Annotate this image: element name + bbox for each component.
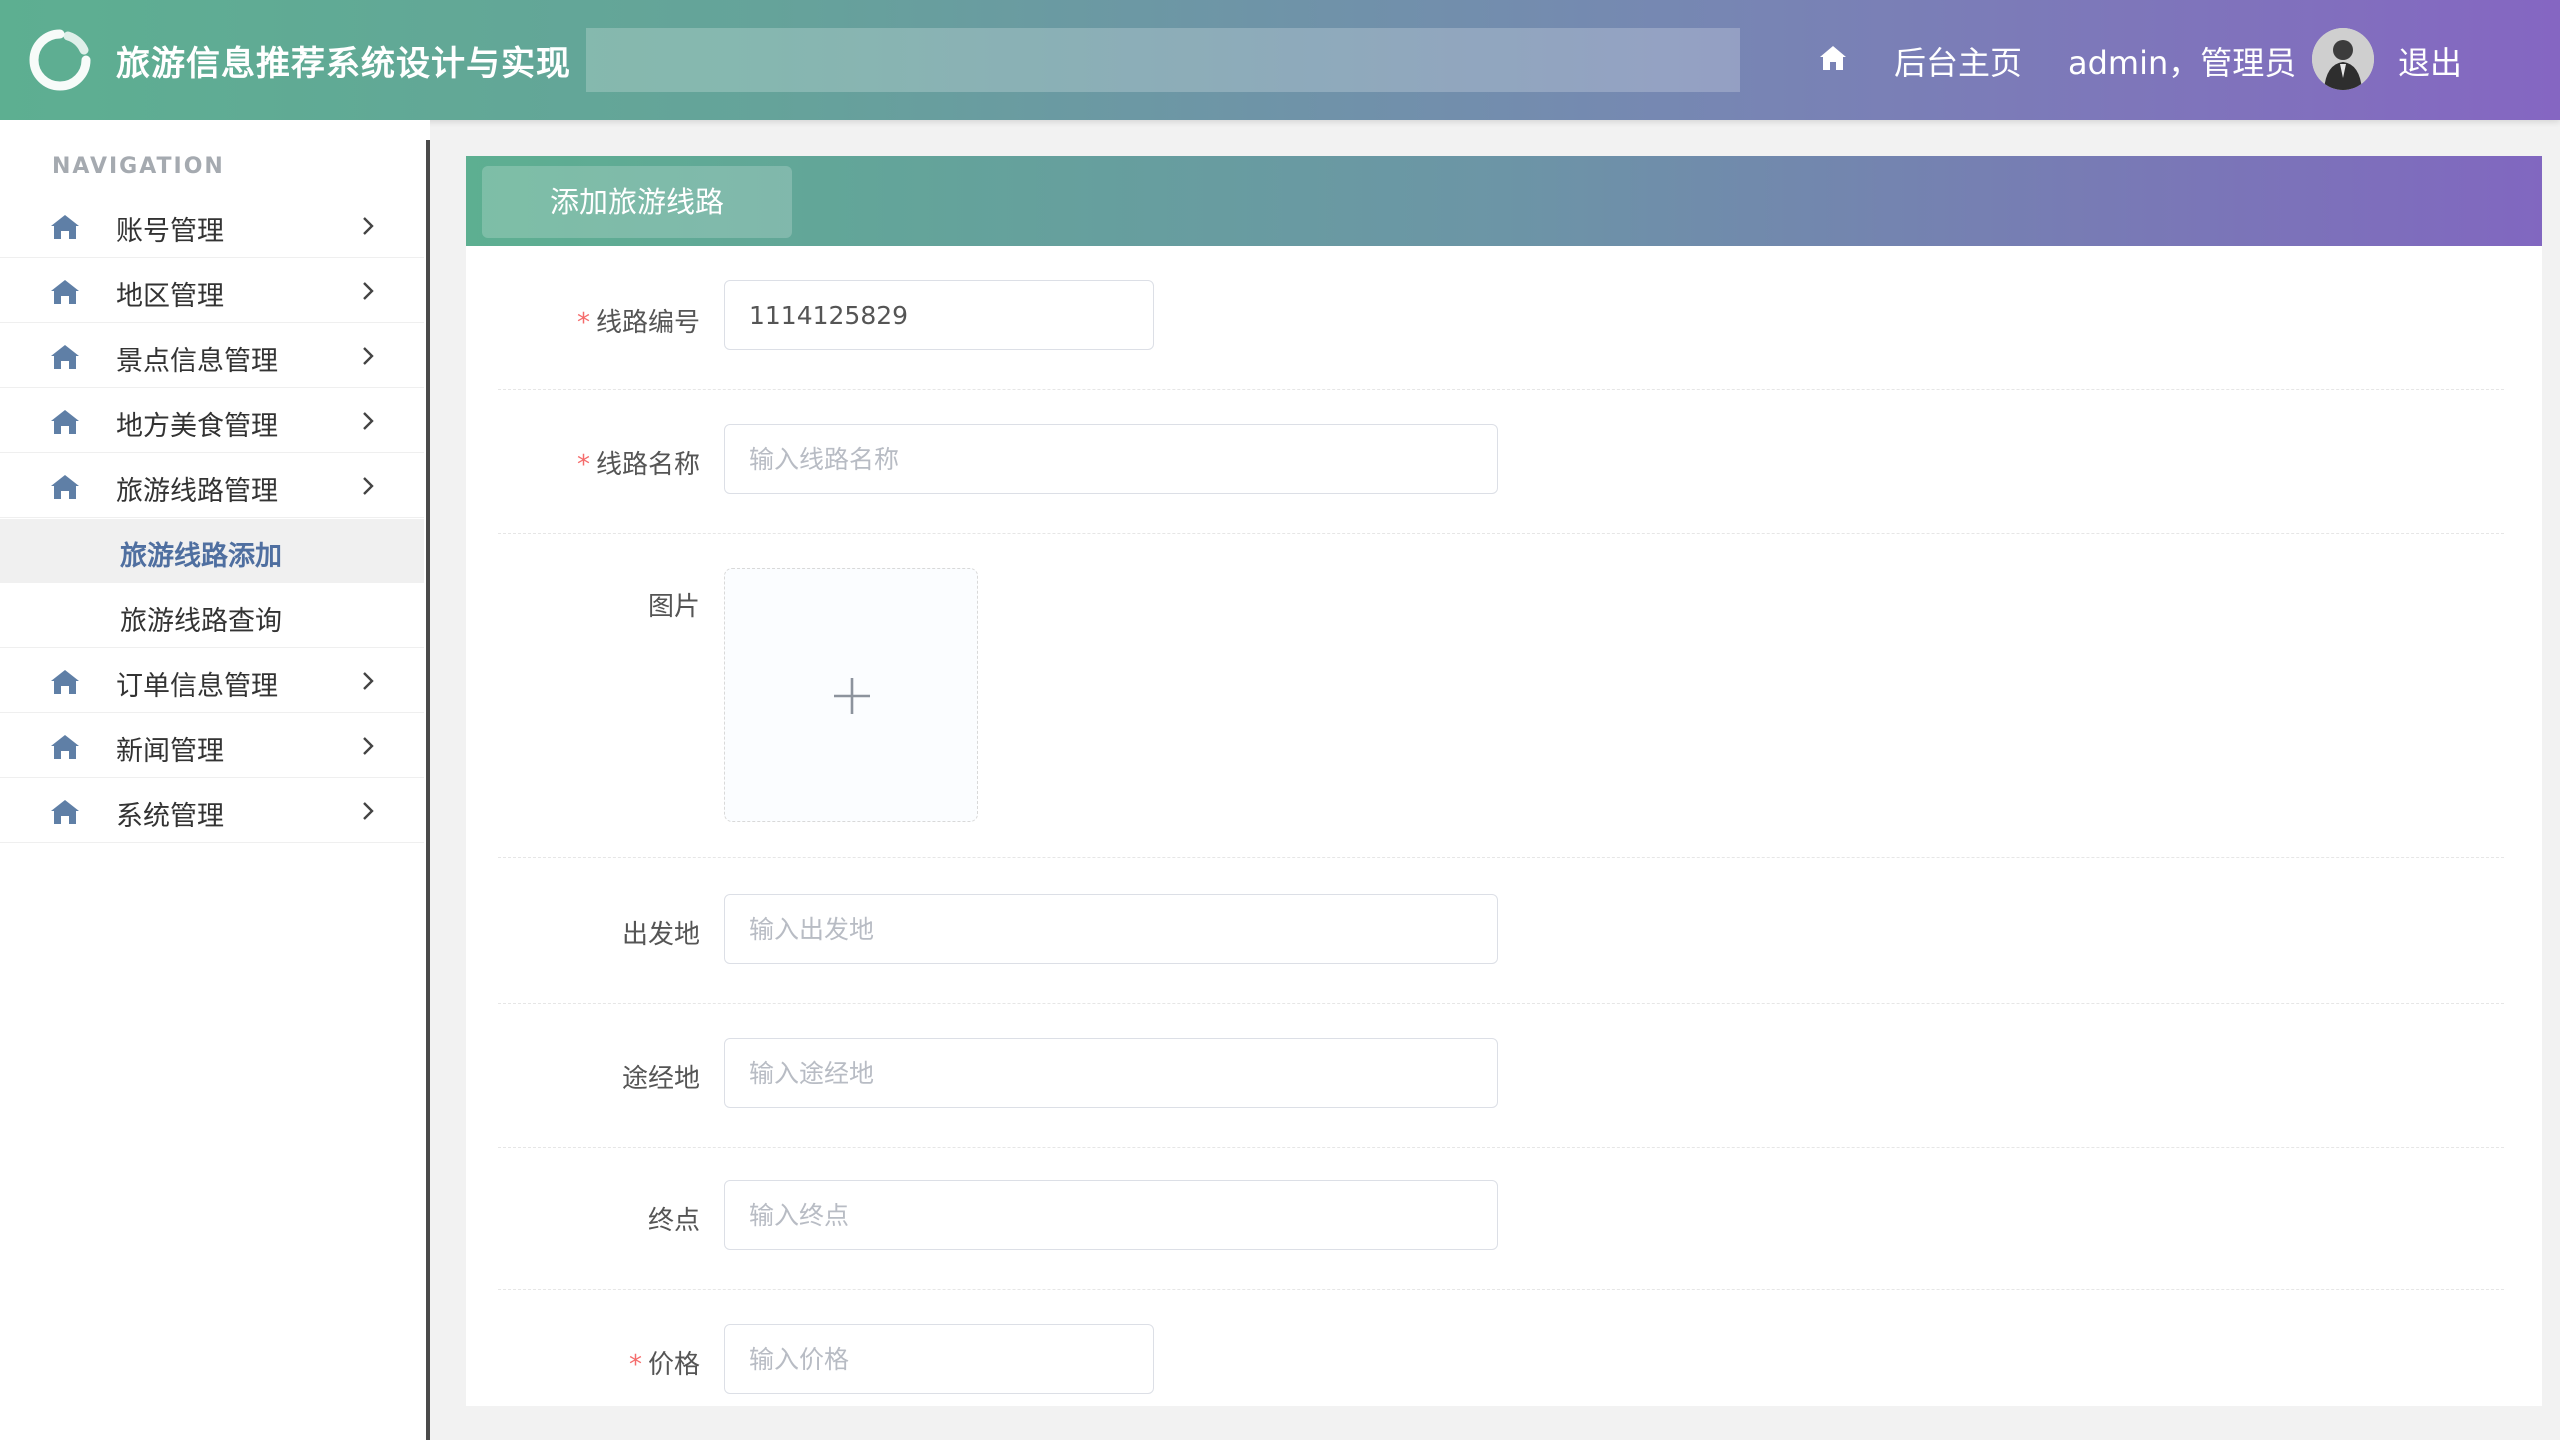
sidebar-subitem-route-query[interactable]: 旅游线路查询: [0, 584, 424, 648]
chevron-right-icon: [363, 217, 374, 235]
sidebar-divider: [426, 140, 430, 1440]
form-row-destination: 终点: [498, 1180, 2504, 1290]
home-icon: [51, 735, 79, 759]
home-icon: [51, 670, 79, 694]
sidebar-item-system[interactable]: 系统管理: [0, 779, 424, 843]
departure-input[interactable]: [724, 894, 1498, 964]
sidebar-subitem-label: 旅游线路添加: [120, 541, 282, 572]
route-name-input[interactable]: [724, 424, 1498, 494]
form-row-route-no: * 线路编号: [498, 280, 2504, 390]
logout-link[interactable]: 退出: [2398, 38, 2462, 84]
chevron-right-icon: [363, 737, 374, 755]
image-upload-button[interactable]: [724, 568, 978, 822]
departure-label: 出发地: [621, 920, 700, 950]
form-row-route-name: * 线路名称: [498, 424, 2504, 534]
sidebar-item-label: 账号管理: [116, 216, 224, 247]
chevron-right-icon: [363, 282, 374, 300]
home-icon[interactable]: [1818, 44, 1848, 72]
home-icon: [51, 215, 79, 239]
via-label: 途经地: [621, 1064, 700, 1094]
sidebar-item-label: 地区管理: [116, 281, 224, 312]
home-icon: [51, 280, 79, 304]
user-avatar-icon: [2312, 28, 2374, 90]
form-row-via: 途经地: [498, 1038, 2504, 1148]
via-input[interactable]: [724, 1038, 1498, 1108]
user-label: admin，管理员: [2068, 44, 2297, 82]
sidebar-item-label: 地方美食管理: [116, 411, 278, 442]
image-label: 图片: [647, 592, 700, 622]
sidebar-item-news[interactable]: 新闻管理: [0, 714, 424, 778]
chevron-right-icon: [363, 672, 374, 690]
route-no-label: * 线路编号: [577, 302, 700, 339]
route-name-label-text: 线路名称: [595, 450, 700, 480]
nav-heading: NAVIGATION: [52, 154, 225, 179]
sidebar-item-label: 订单信息管理: [116, 671, 278, 702]
sidebar-subitem-route-add[interactable]: 旅游线路添加: [0, 519, 424, 583]
destination-input[interactable]: [724, 1180, 1498, 1250]
sidebar-item-order[interactable]: 订单信息管理: [0, 649, 424, 713]
required-mark: *: [576, 450, 590, 480]
sidebar-item-route[interactable]: 旅游线路管理: [0, 454, 424, 518]
avatar[interactable]: [2312, 28, 2374, 90]
sidebar-item-region[interactable]: 地区管理: [0, 259, 424, 323]
sidebar-item-label: 景点信息管理: [116, 346, 278, 377]
header-search-input[interactable]: [586, 28, 1740, 92]
chevron-right-icon: [363, 802, 374, 820]
logo-icon: [29, 29, 91, 91]
sidebar-item-account[interactable]: 账号管理: [0, 194, 424, 258]
home-icon: [51, 410, 79, 434]
price-label-text: 价格: [647, 1350, 700, 1380]
top-header: 旅游信息推荐系统设计与实现 后台主页 admin，管理员 退出: [0, 0, 2560, 120]
required-mark: *: [628, 1350, 642, 1380]
sidebar-item-food[interactable]: 地方美食管理: [0, 389, 424, 453]
chevron-right-icon: [363, 412, 374, 430]
sidebar-subitem-label: 旅游线路查询: [120, 606, 282, 637]
chevron-right-icon: [363, 347, 374, 365]
route-no-label-text: 线路编号: [595, 308, 700, 338]
tab-add-route[interactable]: 添加旅游线路: [482, 166, 792, 238]
backend-home-link[interactable]: 后台主页: [1894, 38, 2022, 84]
home-icon: [51, 345, 79, 369]
home-icon: [51, 800, 79, 824]
form-panel: 添加旅游线路 *线路编号 *线路名称 图片 出发地 途经地 终点 *价格: [466, 156, 2542, 1406]
price-input[interactable]: [724, 1324, 1154, 1394]
sidebar-item-label: 新闻管理: [116, 736, 224, 767]
route-name-label: * 线路名称: [577, 444, 700, 481]
route-no-input[interactable]: [724, 280, 1154, 350]
price-label: * 价格: [629, 1344, 700, 1381]
form-row-image: 图片: [498, 568, 2504, 858]
sidebar: NAVIGATION 账号管理 地区管理 景点信息管理 地方美食管理 旅游线路管…: [0, 120, 430, 1440]
sidebar-item-scenic[interactable]: 景点信息管理: [0, 324, 424, 388]
form-row-departure: 出发地: [498, 894, 2504, 1004]
sidebar-item-label: 旅游线路管理: [116, 476, 278, 507]
panel-header: 添加旅游线路: [466, 156, 2542, 246]
sidebar-item-label: 系统管理: [116, 801, 224, 832]
home-icon: [51, 475, 79, 499]
chevron-right-icon: [363, 477, 374, 495]
required-mark: *: [576, 308, 590, 338]
destination-label: 终点: [647, 1206, 700, 1236]
form-row-price: * 价格: [498, 1324, 2504, 1406]
app-title: 旅游信息推荐系统设计与实现: [116, 44, 571, 84]
plus-icon: [834, 678, 870, 714]
